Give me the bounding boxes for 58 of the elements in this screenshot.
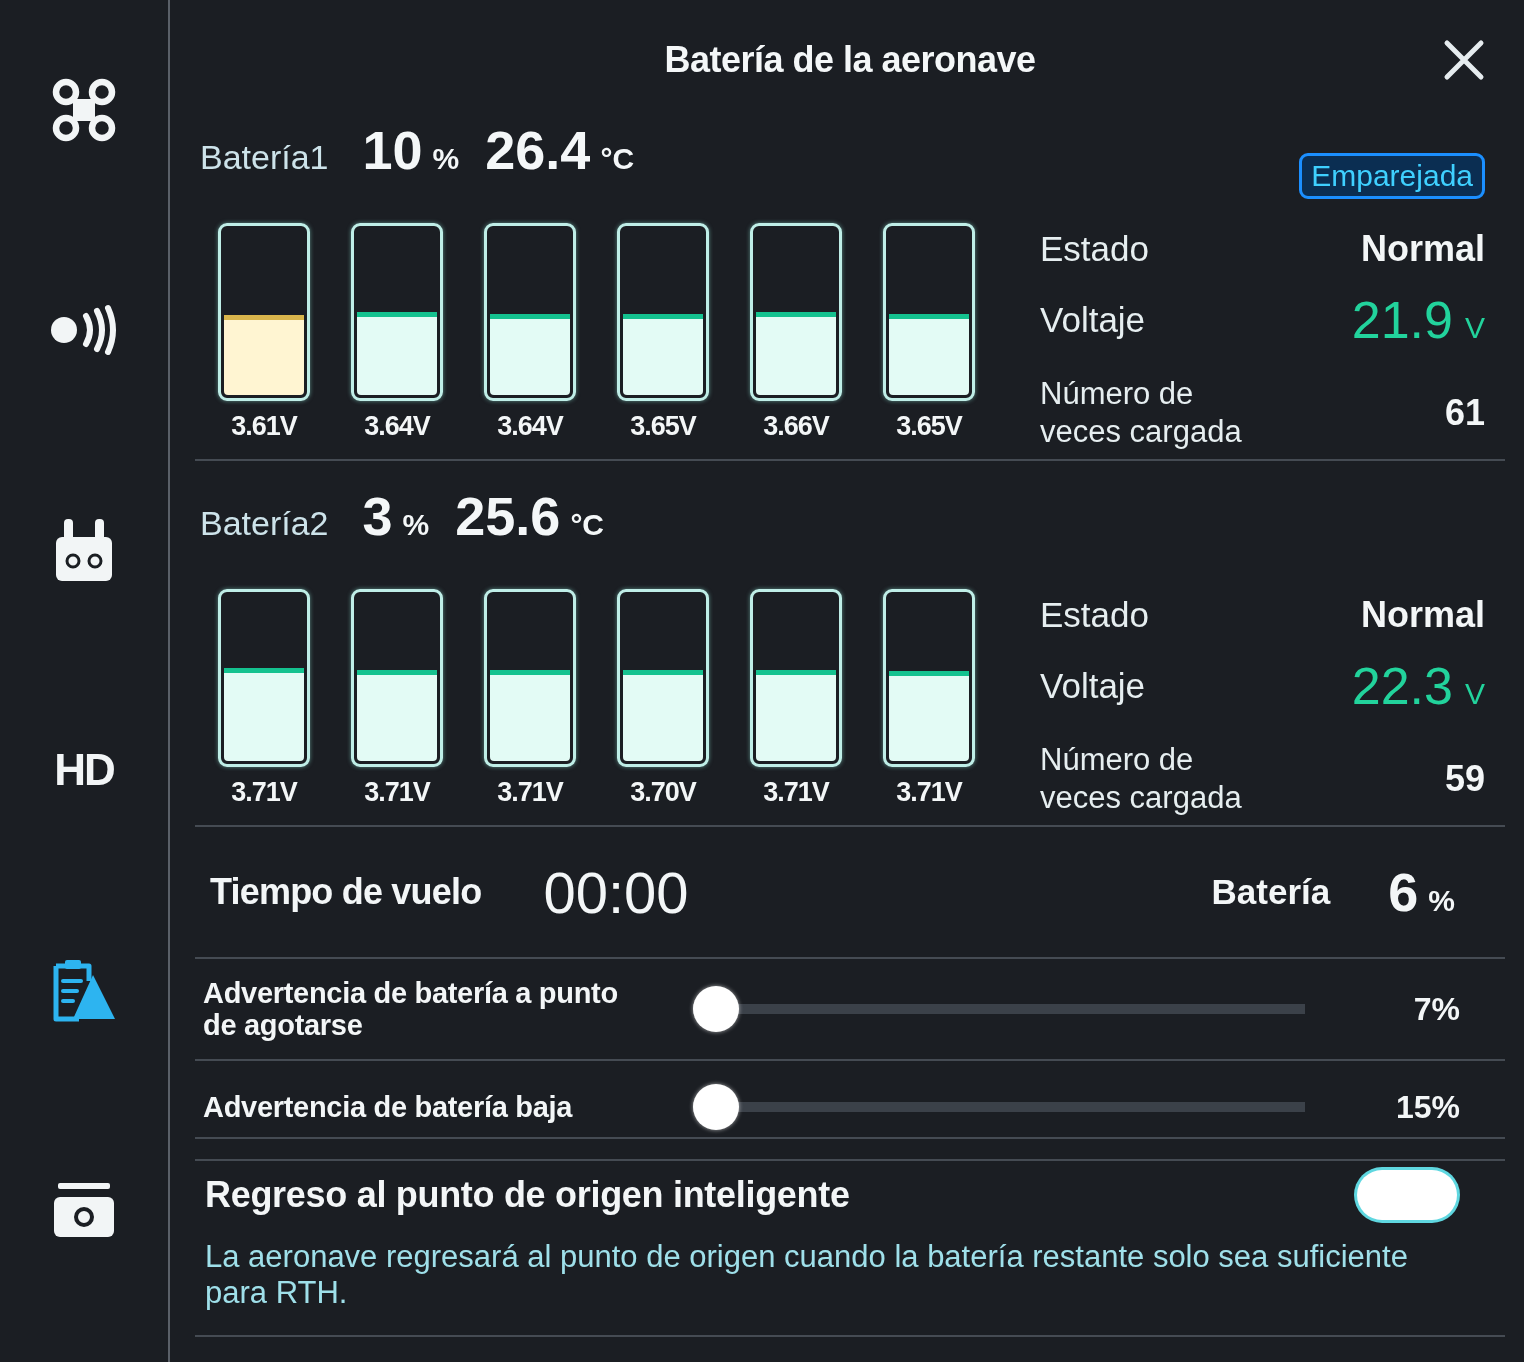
stat-label: Voltaje	[1040, 300, 1147, 340]
stat-value: Normal	[1360, 594, 1485, 636]
close-button[interactable]	[1443, 39, 1485, 81]
cell-voltage: 3.64V	[364, 411, 430, 441]
threshold-value: 15%	[1395, 1088, 1460, 1126]
battery-name: Batería2	[200, 504, 329, 543]
sidebar-tab[interactable]	[51, 957, 117, 1023]
cell-voltage: 3.71V	[364, 777, 430, 807]
setting-title: Regreso al punto de origen inteligente	[205, 1174, 850, 1216]
cell-voltage: 3.71V	[763, 777, 829, 807]
stat-label: Estado	[1040, 229, 1150, 269]
cell-voltage: 3.65V	[630, 411, 696, 441]
cell-voltage: 3.61V	[231, 411, 297, 441]
sidebar-tab[interactable]: HD	[54, 747, 114, 793]
signal-icon	[50, 304, 118, 356]
clipboard-icon	[51, 957, 117, 1023]
cell-voltage: 3.64V	[497, 411, 563, 441]
cell-voltage: 3.65V	[896, 411, 962, 441]
cell-voltage: 3.71V	[497, 777, 563, 807]
camera-icon	[52, 1181, 116, 1239]
sidebar-tab[interactable]	[54, 517, 114, 583]
charge-percent: 10 %	[362, 119, 460, 181]
temperature-value: 25.6 °C	[455, 485, 605, 547]
status-badge: Emparejada	[1299, 153, 1485, 199]
cell-voltage: 3.70V	[630, 777, 696, 807]
sidebar-tab[interactable]	[51, 77, 117, 143]
close-icon	[1443, 39, 1485, 81]
toggle-switch[interactable]	[1357, 1170, 1457, 1220]
stat-label: Estado	[1040, 595, 1150, 635]
battery-value: 6 %	[1388, 861, 1455, 923]
sidebar-tab[interactable]	[50, 304, 118, 356]
battery-name: Batería1	[200, 138, 329, 177]
slider-thumb[interactable]	[693, 986, 739, 1032]
voltage-value: 21.9 V	[1351, 290, 1485, 350]
sidebar-tab[interactable]	[52, 1181, 116, 1239]
flight-time-label: Tiempo de vuelo	[210, 871, 482, 913]
slider-thumb[interactable]	[693, 1084, 739, 1130]
charge-percent: 3 %	[362, 485, 430, 547]
drone-icon	[51, 77, 117, 143]
stat-value: 59	[1444, 758, 1485, 800]
stat-label: Número de veces cargada	[1040, 375, 1243, 451]
stat-label: Número de veces cargada	[1040, 741, 1243, 817]
warning-label: Advertencia de batería a punto de agotarse	[203, 977, 619, 1041]
stat-value: Normal	[1360, 228, 1485, 270]
voltage-value: 22.3 V	[1351, 656, 1485, 716]
battery-label: Batería	[1211, 872, 1331, 912]
remote-controller-icon	[54, 517, 114, 583]
threshold-value: 7%	[1413, 990, 1460, 1028]
warning-label: Advertencia de batería baja	[203, 1091, 574, 1123]
flight-time-value: 00:00	[543, 858, 689, 926]
cell-voltage: 3.71V	[896, 777, 962, 807]
setting-description: La aeronave regresará al punto de origen cuando la batería restante solo sea suficiente para RTH.	[205, 1239, 1409, 1311]
window-title: Batería de la aeronave	[664, 39, 1036, 81]
stat-value: 61	[1444, 392, 1485, 434]
stat-label: Voltaje	[1040, 666, 1147, 706]
cell-voltage: 3.66V	[763, 411, 829, 441]
temperature-value: 26.4 °C	[485, 119, 635, 181]
cell-voltage: 3.71V	[231, 777, 297, 807]
